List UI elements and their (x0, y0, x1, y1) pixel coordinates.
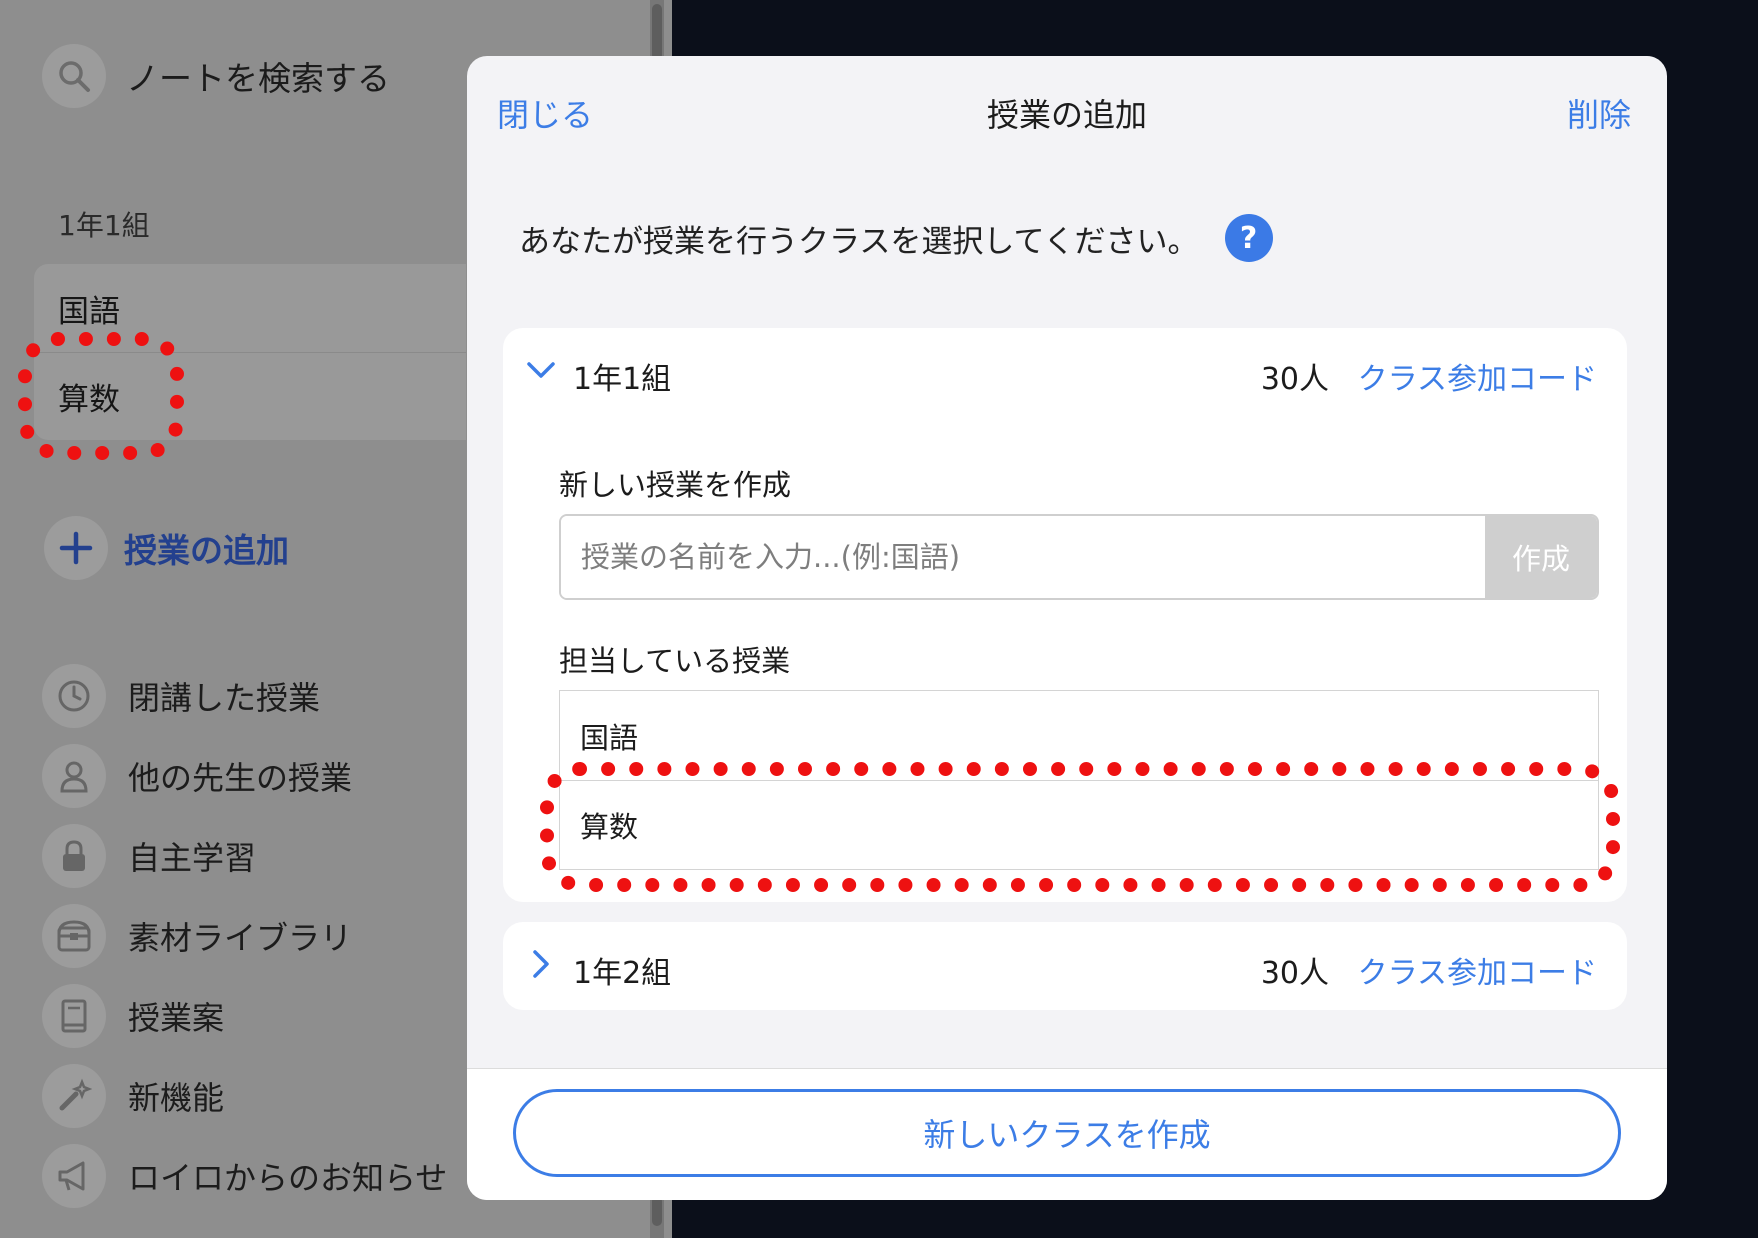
modal-title: 授業の追加 (986, 96, 1147, 134)
menu-item-self-study[interactable]: 自主学習 (42, 816, 447, 896)
class-join-code-link[interactable]: クラス参加コード (1358, 354, 1597, 398)
class-card-header[interactable]: 1年1組 30人 クラス参加コード (503, 328, 1627, 418)
menu-item-label: ロイロからのお知らせ (128, 1159, 448, 1197)
menu-item-label: 自主学習 (128, 839, 257, 877)
assigned-lesson-list: 国語 算数 (559, 690, 1599, 870)
add-lesson-label: 授業の追加 (124, 531, 289, 570)
instruction-text: あなたが授業を行うクラスを選択してください。 (519, 223, 1199, 260)
assigned-lessons-label: 担当している授業 (559, 644, 791, 678)
menu-item-label: 閉講した授業 (128, 679, 321, 717)
class-heading: 1年1組 (58, 209, 150, 242)
book-icon (42, 984, 106, 1048)
class-name: 1年2組 (573, 956, 672, 991)
student-count: 30人 (1260, 956, 1329, 991)
clock-icon (42, 664, 106, 728)
search-icon (42, 44, 106, 108)
menu-item-label: 新機能 (128, 1079, 225, 1117)
menu-item-closed-lessons[interactable]: 閉講した授業 (42, 656, 447, 736)
menu-item-material-library[interactable]: 素材ライブラリ (42, 896, 447, 976)
new-lesson-form: 作成 (559, 514, 1599, 600)
add-lesson-modal: 授業の追加 閉じる 削除 あなたが授業を行うクラスを選択してください。 ? 1年… (467, 56, 1667, 1200)
lesson-row-sansu[interactable]: 算数 (560, 780, 1598, 869)
search-note-label: ノートを検索する (126, 59, 390, 98)
search-note-row[interactable]: ノートを検索する (42, 44, 390, 108)
lesson-name-input[interactable] (561, 516, 1485, 598)
class-join-code-link[interactable]: クラス参加コード (1358, 948, 1597, 992)
modal-header: 授業の追加 閉じる 削除 (467, 56, 1667, 166)
class-card-1-1: 1年1組 30人 クラス参加コード 新しい授業を作成 作成 担当している授業 国… (503, 328, 1627, 902)
help-icon[interactable]: ? (1224, 214, 1273, 262)
menu-item-label: 授業案 (128, 999, 225, 1037)
subject-item-sansu[interactable]: 算数 (34, 352, 466, 440)
person-icon (42, 744, 106, 808)
class-card-header[interactable]: 1年2組 30人 クラス参加コード (503, 922, 1627, 1012)
delete-button[interactable]: 削除 (1567, 90, 1631, 136)
treasure-box-icon (42, 904, 106, 968)
menu-item-announcements[interactable]: ロイロからのお知らせ (42, 1136, 447, 1216)
menu-item-lesson-plans[interactable]: 授業案 (42, 976, 447, 1056)
megaphone-icon (42, 1144, 106, 1208)
sidebar-menu: 閉講した授業 他の先生の授業 自主学習 素材ライブラリ 授業案 新機能 ロイロか… (42, 656, 447, 1216)
class-name: 1年1組 (573, 362, 672, 397)
chevron-right-icon[interactable] (523, 946, 559, 986)
plus-icon (44, 516, 108, 580)
scrollbar-thumb[interactable] (652, 4, 662, 60)
new-lesson-label: 新しい授業を作成 (559, 468, 792, 502)
create-class-button[interactable]: 新しいクラスを作成 (513, 1089, 1621, 1177)
menu-item-other-teachers[interactable]: 他の先生の授業 (42, 736, 447, 816)
close-button[interactable]: 閉じる (497, 90, 593, 136)
menu-item-new-features[interactable]: 新機能 (42, 1056, 447, 1136)
create-lesson-button[interactable]: 作成 (1485, 516, 1597, 598)
scrollbar-thumb-bottom (652, 1196, 662, 1226)
lock-icon (42, 824, 106, 888)
menu-item-label: 他の先生の授業 (128, 759, 353, 797)
lesson-row-kokugo[interactable]: 国語 (560, 691, 1598, 780)
instruction-row: あなたが授業を行うクラスを選択してください。 ? (519, 214, 1273, 262)
sparkle-wand-icon (42, 1064, 106, 1128)
subject-list: 国語 算数 (34, 264, 466, 440)
subject-item-kokugo[interactable]: 国語 (34, 264, 466, 352)
chevron-down-icon[interactable] (523, 352, 559, 392)
modal-footer: 新しいクラスを作成 (467, 1068, 1667, 1200)
menu-item-label: 素材ライブラリ (128, 919, 353, 957)
add-lesson-button[interactable]: 授業の追加 (44, 516, 289, 580)
student-count: 30人 (1260, 362, 1329, 397)
class-card-1-2[interactable]: 1年2組 30人 クラス参加コード (503, 922, 1627, 1010)
